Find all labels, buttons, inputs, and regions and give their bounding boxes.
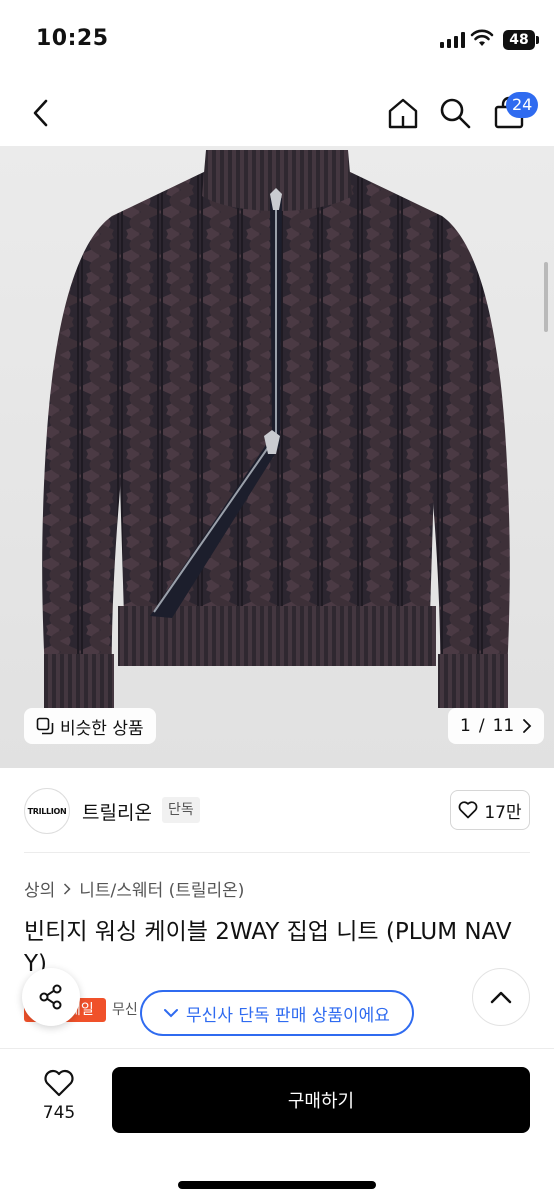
- chevron-right-icon: [64, 882, 71, 895]
- copy-icon: [36, 717, 54, 735]
- chevron-up-icon: [490, 991, 512, 1004]
- wifi-icon: [470, 28, 494, 52]
- exclusive-tag: 단독: [162, 797, 200, 823]
- search-button[interactable]: [432, 80, 478, 146]
- buy-button[interactable]: 구매하기: [112, 1067, 530, 1133]
- favorite-button[interactable]: 745: [24, 1069, 94, 1123]
- brand-row: TRILLION 트릴리온 단독 17만: [0, 782, 554, 852]
- status-time: 10:25: [36, 26, 109, 51]
- brand-name[interactable]: 트릴리온: [82, 798, 152, 825]
- pager-total: 11: [492, 716, 515, 736]
- scrollbar[interactable]: [544, 262, 548, 332]
- heart-icon: [458, 801, 478, 819]
- battery-icon: 48: [503, 30, 539, 50]
- product-image[interactable]: [0, 146, 554, 768]
- brand-logo[interactable]: TRILLION: [24, 788, 70, 834]
- breadcrumb-item-category[interactable]: 니트/스웨터 (트릴리온): [79, 876, 244, 901]
- chevron-down-icon: [164, 1009, 179, 1018]
- image-pager[interactable]: 1 / 11: [448, 708, 545, 744]
- scroll-top-button[interactable]: [472, 968, 530, 1026]
- similar-products-button[interactable]: 비슷한 상품: [24, 708, 156, 744]
- signal-icon: [440, 32, 465, 48]
- brand-like-button[interactable]: 17만: [450, 790, 530, 830]
- status-bar: 10:25 48: [0, 0, 554, 80]
- brand-like-count: 17만: [484, 802, 522, 823]
- pager-current: 1: [460, 716, 471, 736]
- home-indicator: [178, 1181, 376, 1189]
- home-icon: [388, 98, 418, 129]
- cardigan-illustration: [42, 150, 510, 708]
- favorite-count: 745: [42, 1103, 76, 1123]
- pager-separator: /: [478, 716, 485, 736]
- chevron-left-icon: [33, 99, 48, 127]
- search-icon: [440, 98, 471, 129]
- home-button[interactable]: [380, 80, 426, 146]
- heart-icon: [44, 1069, 74, 1097]
- brand-logo-text: TRILLION: [27, 806, 67, 816]
- breadcrumb: 상의 니트/스웨터 (트릴리온): [24, 876, 244, 901]
- back-button[interactable]: [18, 80, 64, 146]
- toast-text: 무신사 단독 판매 상품이에요: [186, 1005, 390, 1026]
- cart-count-badge: 24: [506, 92, 539, 118]
- share-button[interactable]: [22, 968, 80, 1026]
- musinsa-chip: 무신: [112, 1002, 138, 1018]
- breadcrumb-item-top[interactable]: 상의: [24, 876, 55, 901]
- share-icon: [39, 984, 62, 1010]
- divider: [24, 852, 530, 853]
- exclusive-toast: 무신사 단독 판매 상품이에요: [140, 990, 414, 1036]
- product-title: 빈티지 워싱 케이블 2WAY 집업 니트 (PLUM NAVY): [24, 919, 512, 977]
- top-navigation: [0, 80, 554, 146]
- bottom-action-bar: 745 구매하기: [0, 1048, 554, 1200]
- chevron-right-icon: [523, 719, 532, 733]
- similar-products-label: 비슷한 상품: [60, 718, 144, 739]
